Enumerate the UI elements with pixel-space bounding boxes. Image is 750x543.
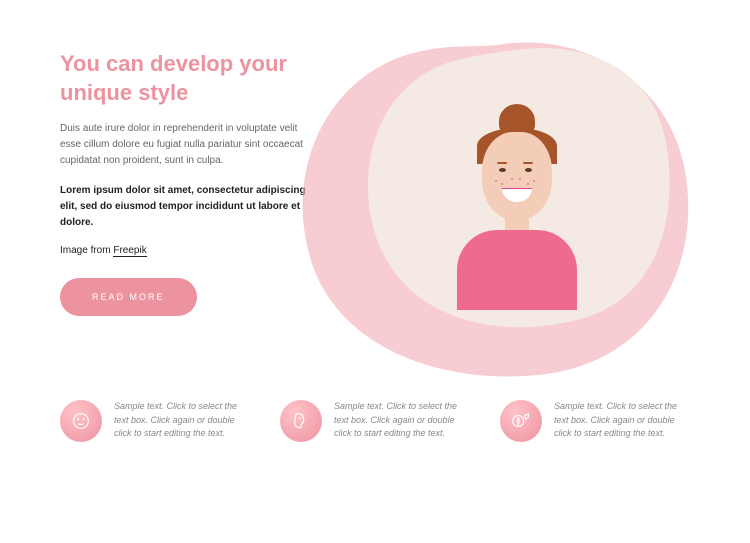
feature-text: Sample text. Click to select the text bo… bbox=[554, 400, 690, 442]
hero-photo bbox=[357, 40, 677, 330]
credit-prefix: Image from bbox=[60, 245, 113, 256]
hero-title: You can develop your unique style bbox=[60, 50, 317, 107]
feature-item: Sample text. Click to select the text bo… bbox=[500, 400, 690, 442]
features-row: Sample text. Click to select the text bo… bbox=[0, 380, 750, 472]
person-illustration bbox=[437, 110, 597, 320]
feature-item: Sample text. Click to select the text bo… bbox=[280, 400, 470, 442]
feature-item: Sample text. Click to select the text bo… bbox=[60, 400, 250, 442]
profile-icon bbox=[280, 400, 322, 442]
hero-section: You can develop your unique style Duis a… bbox=[0, 0, 750, 380]
read-more-button[interactable]: READ MORE bbox=[60, 278, 197, 316]
face-icon bbox=[60, 400, 102, 442]
credit-link[interactable]: Freepik bbox=[113, 245, 146, 257]
hero-paragraph-2: Lorem ipsum dolor sit amet, consectetur … bbox=[60, 183, 317, 231]
hero-image-column bbox=[337, 50, 690, 350]
feature-text: Sample text. Click to select the text bo… bbox=[334, 400, 470, 442]
image-credit: Image from Freepik bbox=[60, 245, 317, 256]
makeup-icon bbox=[500, 400, 542, 442]
hero-paragraph-1: Duis aute irure dolor in reprehenderit i… bbox=[60, 121, 317, 169]
feature-text: Sample text. Click to select the text bo… bbox=[114, 400, 250, 442]
